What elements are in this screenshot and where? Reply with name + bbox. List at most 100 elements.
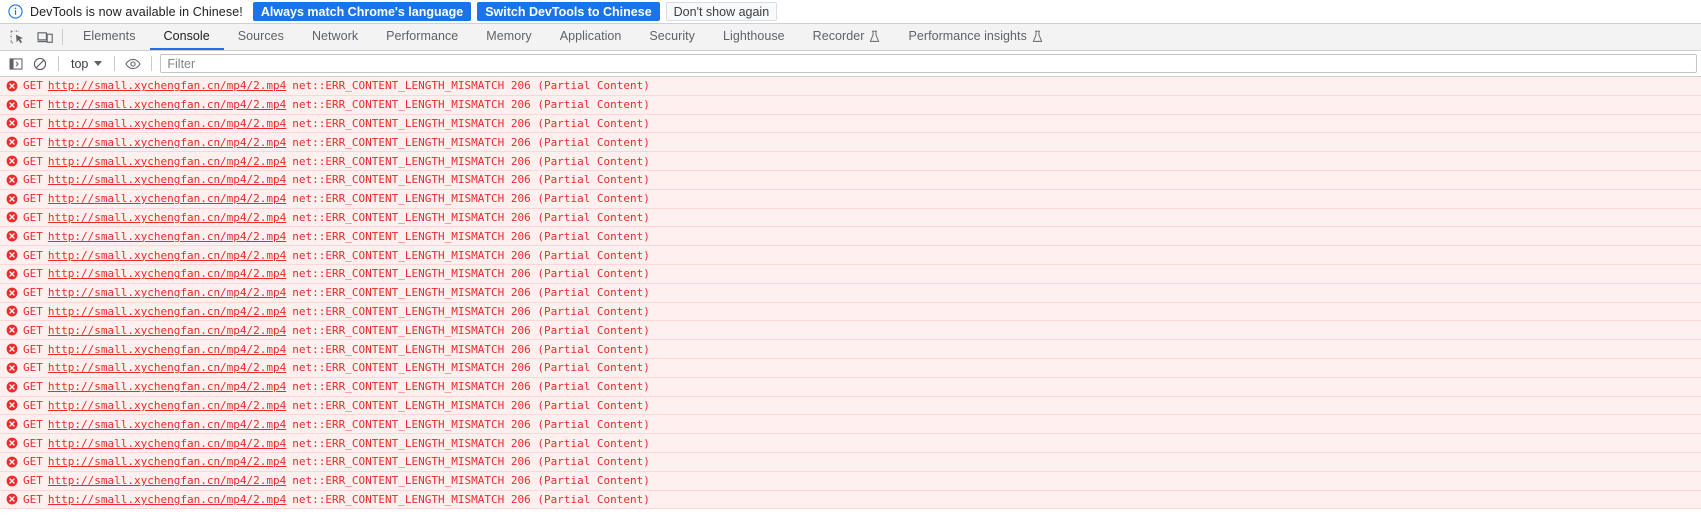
error-circle-icon	[6, 456, 18, 468]
tab-performance-label: Performance	[386, 29, 459, 43]
context-selector-value: top	[71, 56, 89, 71]
console-filter-field[interactable]	[160, 54, 1697, 73]
tab-application[interactable]: Application	[546, 24, 636, 50]
request-method: GET	[23, 398, 43, 412]
request-url-link[interactable]: http://small.xychengfan.cn/mp4/2.mp4	[48, 230, 286, 243]
console-error-row[interactable]: GET http://small.xychengfan.cn/mp4/2.mp4 n…	[0, 302, 1701, 322]
tab-recorder[interactable]: Recorder	[799, 24, 895, 50]
tab-performance-insights[interactable]: Performance insights	[894, 24, 1056, 50]
switch-devtools-to-chinese-button[interactable]: Switch DevTools to Chinese	[477, 2, 660, 21]
console-error-row[interactable]: GET http://small.xychengfan.cn/mp4/2.mp4 n…	[0, 227, 1701, 247]
request-url-link[interactable]: http://small.xychengfan.cn/mp4/2.mp4	[48, 455, 286, 468]
request-method: GET	[23, 154, 43, 168]
console-error-row[interactable]: GET http://small.xychengfan.cn/mp4/2.mp4 n…	[0, 152, 1701, 171]
inspect-element-icon[interactable]	[6, 26, 28, 48]
error-detail: net::ERR_CONTENT_LENGTH_MISMATCH 206 (Pa…	[292, 474, 650, 488]
console-error-row[interactable]: GET http://small.xychengfan.cn/mp4/2.mp4 n…	[0, 321, 1701, 341]
notification-message: DevTools is now available in Chinese!	[30, 4, 243, 19]
console-error-row[interactable]: GET http://small.xychengfan.cn/mp4/2.mp4 n…	[0, 189, 1701, 209]
error-detail: net::ERR_CONTENT_LENGTH_MISMATCH 206 (Pa…	[292, 398, 650, 412]
request-method: GET	[23, 380, 43, 394]
tab-elements[interactable]: Elements	[69, 24, 150, 50]
request-method: GET	[23, 210, 43, 224]
live-expression-eye-icon[interactable]	[121, 53, 145, 75]
tab-memory[interactable]: Memory	[472, 24, 545, 50]
console-error-row[interactable]: GET http://small.xychengfan.cn/mp4/2.mp4 n…	[0, 377, 1701, 397]
error-circle-icon	[6, 80, 18, 92]
request-url-link[interactable]: http://small.xychengfan.cn/mp4/2.mp4	[48, 380, 286, 393]
console-error-row[interactable]: GET http://small.xychengfan.cn/mp4/2.mp4 n…	[0, 490, 1701, 510]
request-url-link[interactable]: http://small.xychengfan.cn/mp4/2.mp4	[48, 474, 286, 487]
tabbar-divider	[62, 29, 63, 45]
show-console-sidebar-icon[interactable]	[4, 53, 28, 75]
console-error-row[interactable]: GET http://small.xychengfan.cn/mp4/2.mp4 n…	[0, 114, 1701, 134]
tab-console[interactable]: Console	[149, 24, 224, 50]
request-method: GET	[23, 135, 43, 149]
console-error-row[interactable]: GET http://small.xychengfan.cn/mp4/2.mp4 n…	[0, 434, 1701, 453]
console-error-row[interactable]: GET http://small.xychengfan.cn/mp4/2.mp4 n…	[0, 283, 1701, 303]
console-error-row[interactable]: GET http://small.xychengfan.cn/mp4/2.mp4 n…	[0, 77, 1701, 96]
request-url-link[interactable]: http://small.xychengfan.cn/mp4/2.mp4	[48, 79, 286, 92]
always-match-chrome-language-button[interactable]: Always match Chrome's language	[252, 2, 472, 21]
device-toolbar-icon[interactable]	[34, 26, 56, 48]
console-error-row[interactable]: GET http://small.xychengfan.cn/mp4/2.mp4 n…	[0, 415, 1701, 435]
tab-sources-label: Sources	[237, 29, 284, 43]
console-error-row[interactable]: GET http://small.xychengfan.cn/mp4/2.mp4 n…	[0, 471, 1701, 491]
tab-sources[interactable]: Sources	[224, 24, 298, 50]
error-circle-icon	[6, 475, 18, 487]
error-circle-icon	[6, 494, 18, 505]
console-error-row[interactable]: GET http://small.xychengfan.cn/mp4/2.mp4 n…	[0, 396, 1701, 416]
console-error-row[interactable]: GET http://small.xychengfan.cn/mp4/2.mp4 n…	[0, 246, 1701, 265]
console-error-row[interactable]: GET http://small.xychengfan.cn/mp4/2.mp4 n…	[0, 133, 1701, 153]
console-message-list[interactable]: GET http://small.xychengfan.cn/mp4/2.mp4 n…	[0, 77, 1701, 512]
request-url-link[interactable]: http://small.xychengfan.cn/mp4/2.mp4	[48, 399, 286, 412]
javascript-context-selector[interactable]: top	[65, 54, 108, 74]
request-url-link[interactable]: http://small.xychengfan.cn/mp4/2.mp4	[48, 98, 286, 111]
error-detail: net::ERR_CONTENT_LENGTH_MISMATCH 206 (Pa…	[292, 135, 650, 149]
dont-show-again-button[interactable]: Don't show again	[665, 2, 778, 21]
request-url-link[interactable]: http://small.xychengfan.cn/mp4/2.mp4	[48, 343, 286, 356]
tab-elements-label: Elements	[83, 29, 136, 43]
error-circle-icon	[6, 118, 18, 129]
tab-performance[interactable]: Performance	[372, 24, 472, 50]
request-url-link[interactable]: http://small.xychengfan.cn/mp4/2.mp4	[48, 136, 286, 149]
request-url-link[interactable]: http://small.xychengfan.cn/mp4/2.mp4	[48, 437, 286, 450]
devtools-tabbar: Elements Console Sources Network Perform…	[0, 24, 1701, 51]
error-detail: net::ERR_CONTENT_LENGTH_MISMATCH 206 (Pa…	[292, 436, 650, 450]
request-method: GET	[23, 304, 43, 318]
request-method: GET	[23, 98, 43, 112]
error-detail: net::ERR_CONTENT_LENGTH_MISMATCH 206 (Pa…	[292, 173, 650, 187]
error-detail: net::ERR_CONTENT_LENGTH_MISMATCH 206 (Pa…	[292, 492, 650, 506]
request-url-link[interactable]: http://small.xychengfan.cn/mp4/2.mp4	[48, 493, 286, 506]
request-url-link[interactable]: http://small.xychengfan.cn/mp4/2.mp4	[48, 155, 286, 168]
request-url-link[interactable]: http://small.xychengfan.cn/mp4/2.mp4	[48, 249, 286, 262]
request-url-link[interactable]: http://small.xychengfan.cn/mp4/2.mp4	[48, 192, 286, 205]
tab-lighthouse[interactable]: Lighthouse	[709, 24, 799, 50]
request-url-link[interactable]: http://small.xychengfan.cn/mp4/2.mp4	[48, 305, 286, 318]
filter-input[interactable]	[167, 56, 1690, 71]
request-method: GET	[23, 492, 43, 506]
experiment-flask-icon	[870, 30, 880, 42]
console-error-row[interactable]: GET http://small.xychengfan.cn/mp4/2.mp4 n…	[0, 452, 1701, 472]
request-method: GET	[23, 229, 43, 243]
request-url-link[interactable]: http://small.xychengfan.cn/mp4/2.mp4	[48, 117, 286, 130]
request-url-link[interactable]: http://small.xychengfan.cn/mp4/2.mp4	[48, 267, 286, 280]
error-circle-icon	[6, 343, 18, 355]
console-error-row[interactable]: GET http://small.xychengfan.cn/mp4/2.mp4 n…	[0, 340, 1701, 359]
request-url-link[interactable]: http://small.xychengfan.cn/mp4/2.mp4	[48, 286, 286, 299]
request-url-link[interactable]: http://small.xychengfan.cn/mp4/2.mp4	[48, 418, 286, 431]
tab-network[interactable]: Network	[298, 24, 372, 50]
tab-security[interactable]: Security	[635, 24, 709, 50]
console-error-row[interactable]: GET http://small.xychengfan.cn/mp4/2.mp4 n…	[0, 95, 1701, 115]
error-circle-icon	[6, 324, 18, 336]
request-method: GET	[23, 192, 43, 206]
console-error-row[interactable]: GET http://small.xychengfan.cn/mp4/2.mp4 n…	[0, 208, 1701, 228]
request-url-link[interactable]: http://small.xychengfan.cn/mp4/2.mp4	[48, 211, 286, 224]
request-url-link[interactable]: http://small.xychengfan.cn/mp4/2.mp4	[48, 361, 286, 374]
request-url-link[interactable]: http://small.xychengfan.cn/mp4/2.mp4	[48, 324, 286, 337]
console-error-row[interactable]: GET http://small.xychengfan.cn/mp4/2.mp4 n…	[0, 264, 1701, 284]
console-error-row[interactable]: GET http://small.xychengfan.cn/mp4/2.mp4 n…	[0, 170, 1701, 190]
request-url-link[interactable]: http://small.xychengfan.cn/mp4/2.mp4	[48, 173, 286, 186]
console-error-row[interactable]: GET http://small.xychengfan.cn/mp4/2.mp4 n…	[0, 358, 1701, 378]
clear-console-icon[interactable]	[28, 53, 52, 75]
